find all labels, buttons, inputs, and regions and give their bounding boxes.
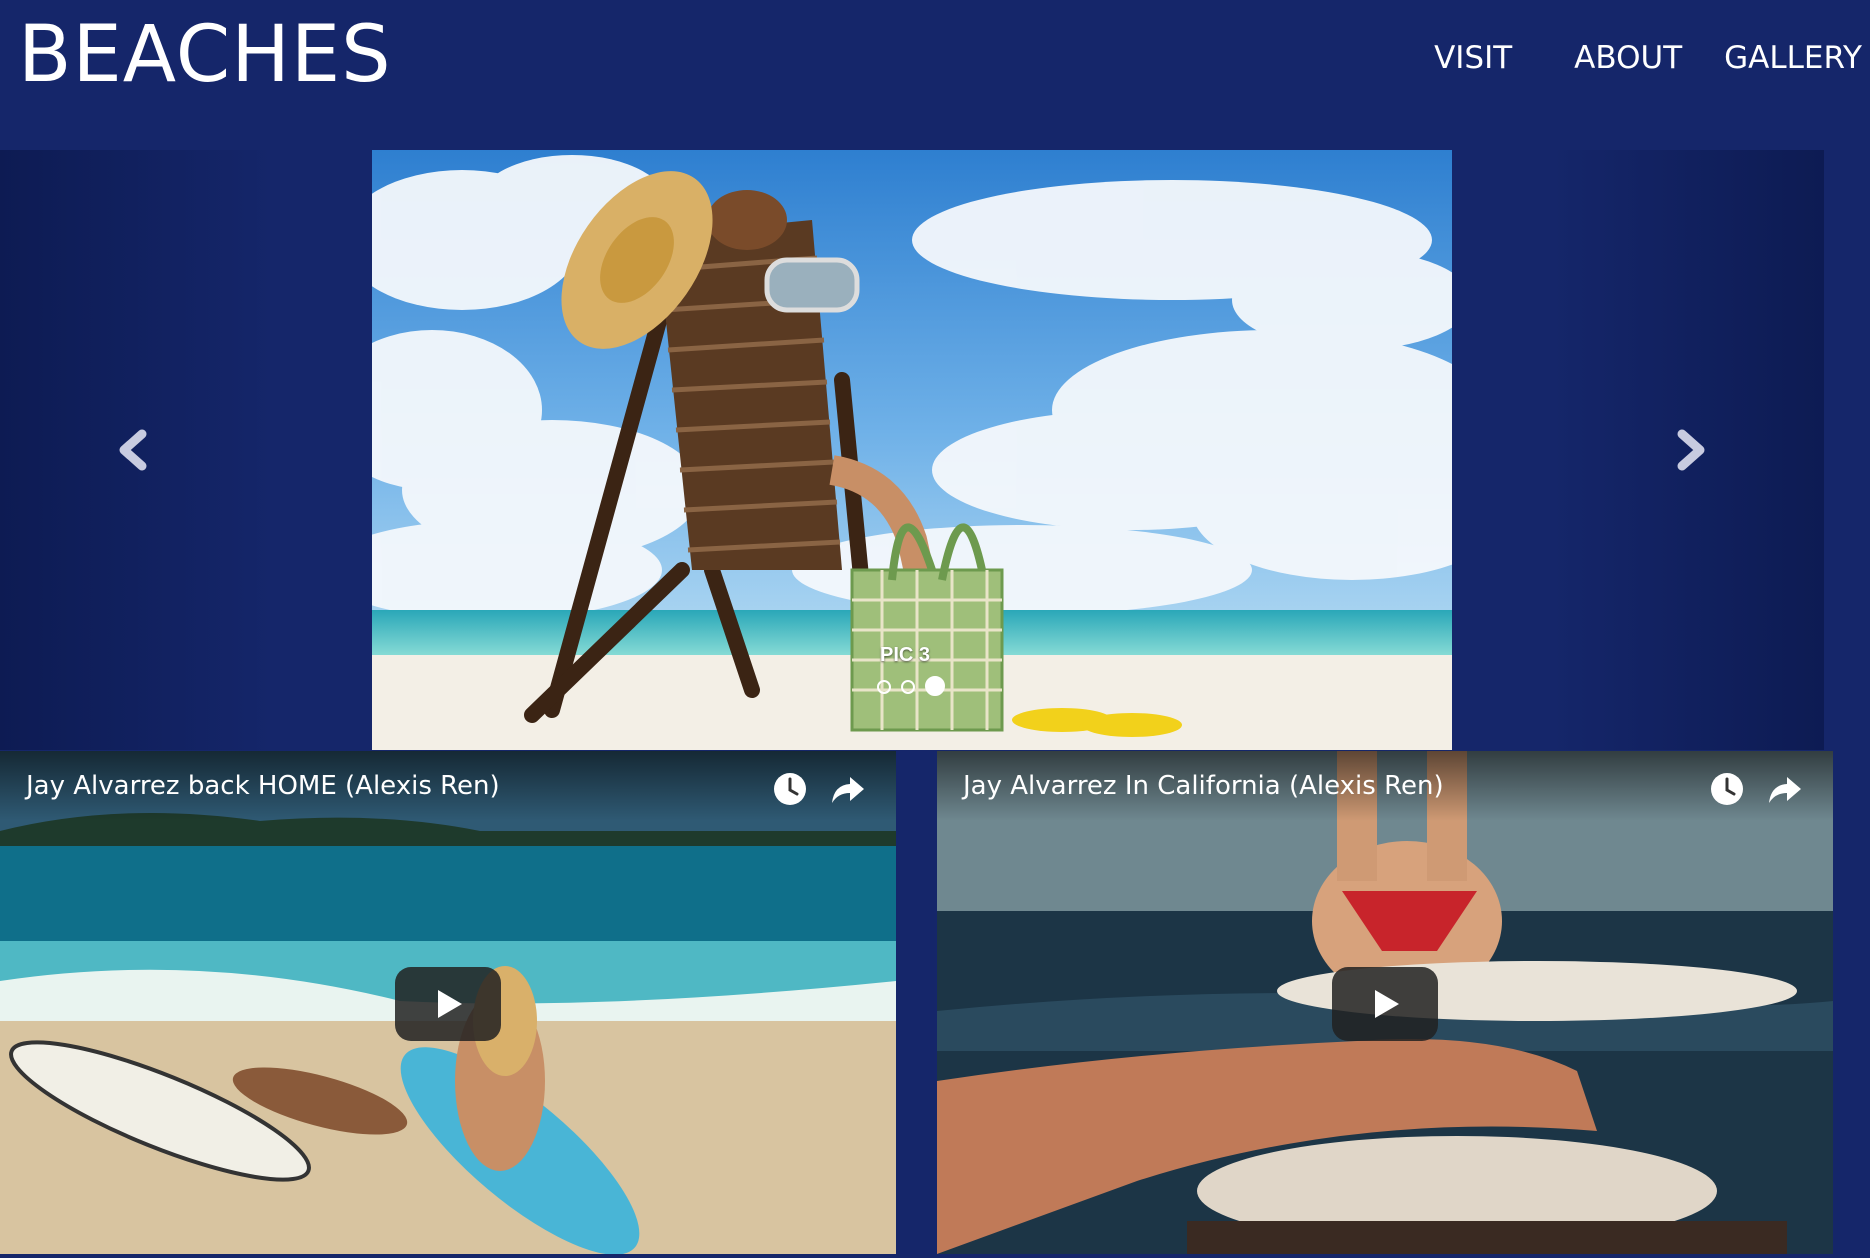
video-title[interactable]: Jay Alvarrez back HOME (Alexis Ren) [26, 771, 500, 801]
share-arrow-icon[interactable] [828, 769, 868, 809]
indicator-dot-2[interactable] [901, 679, 915, 694]
share-arrow-icon[interactable] [1765, 769, 1805, 809]
video-embed-2[interactable]: Jay Alvarrez In California (Alexis Ren) [937, 751, 1833, 1254]
play-icon [438, 989, 462, 1018]
chevron-right-icon[interactable] [1660, 420, 1720, 480]
play-button[interactable] [395, 966, 501, 1041]
video-embed-1[interactable]: Jay Alvarrez back HOME (Alexis Ren) [0, 751, 896, 1254]
slide-caption: PIC 3 [880, 644, 931, 666]
watch-later-clock-icon[interactable] [1707, 769, 1747, 809]
main-nav: VISIT ABOUT GALLERY [1434, 40, 1862, 76]
play-button[interactable] [1332, 966, 1438, 1041]
image-carousel: PIC 3 [0, 150, 1824, 750]
watch-later-clock-icon[interactable] [770, 769, 810, 809]
nav-gallery[interactable]: GALLERY [1724, 40, 1862, 76]
site-header: BEACHES VISIT ABOUT GALLERY [0, 0, 1870, 150]
nav-visit[interactable]: VISIT [1434, 40, 1512, 76]
indicator-dot-1[interactable] [877, 679, 891, 694]
play-icon [1375, 989, 1399, 1018]
carousel-indicators [877, 676, 955, 696]
site-title: BEACHES [18, 10, 392, 100]
indicator-dot-3[interactable] [925, 676, 945, 696]
video-title[interactable]: Jay Alvarrez In California (Alexis Ren) [963, 771, 1444, 801]
nav-about[interactable]: ABOUT [1574, 40, 1682, 76]
chevron-left-icon[interactable] [104, 420, 164, 480]
